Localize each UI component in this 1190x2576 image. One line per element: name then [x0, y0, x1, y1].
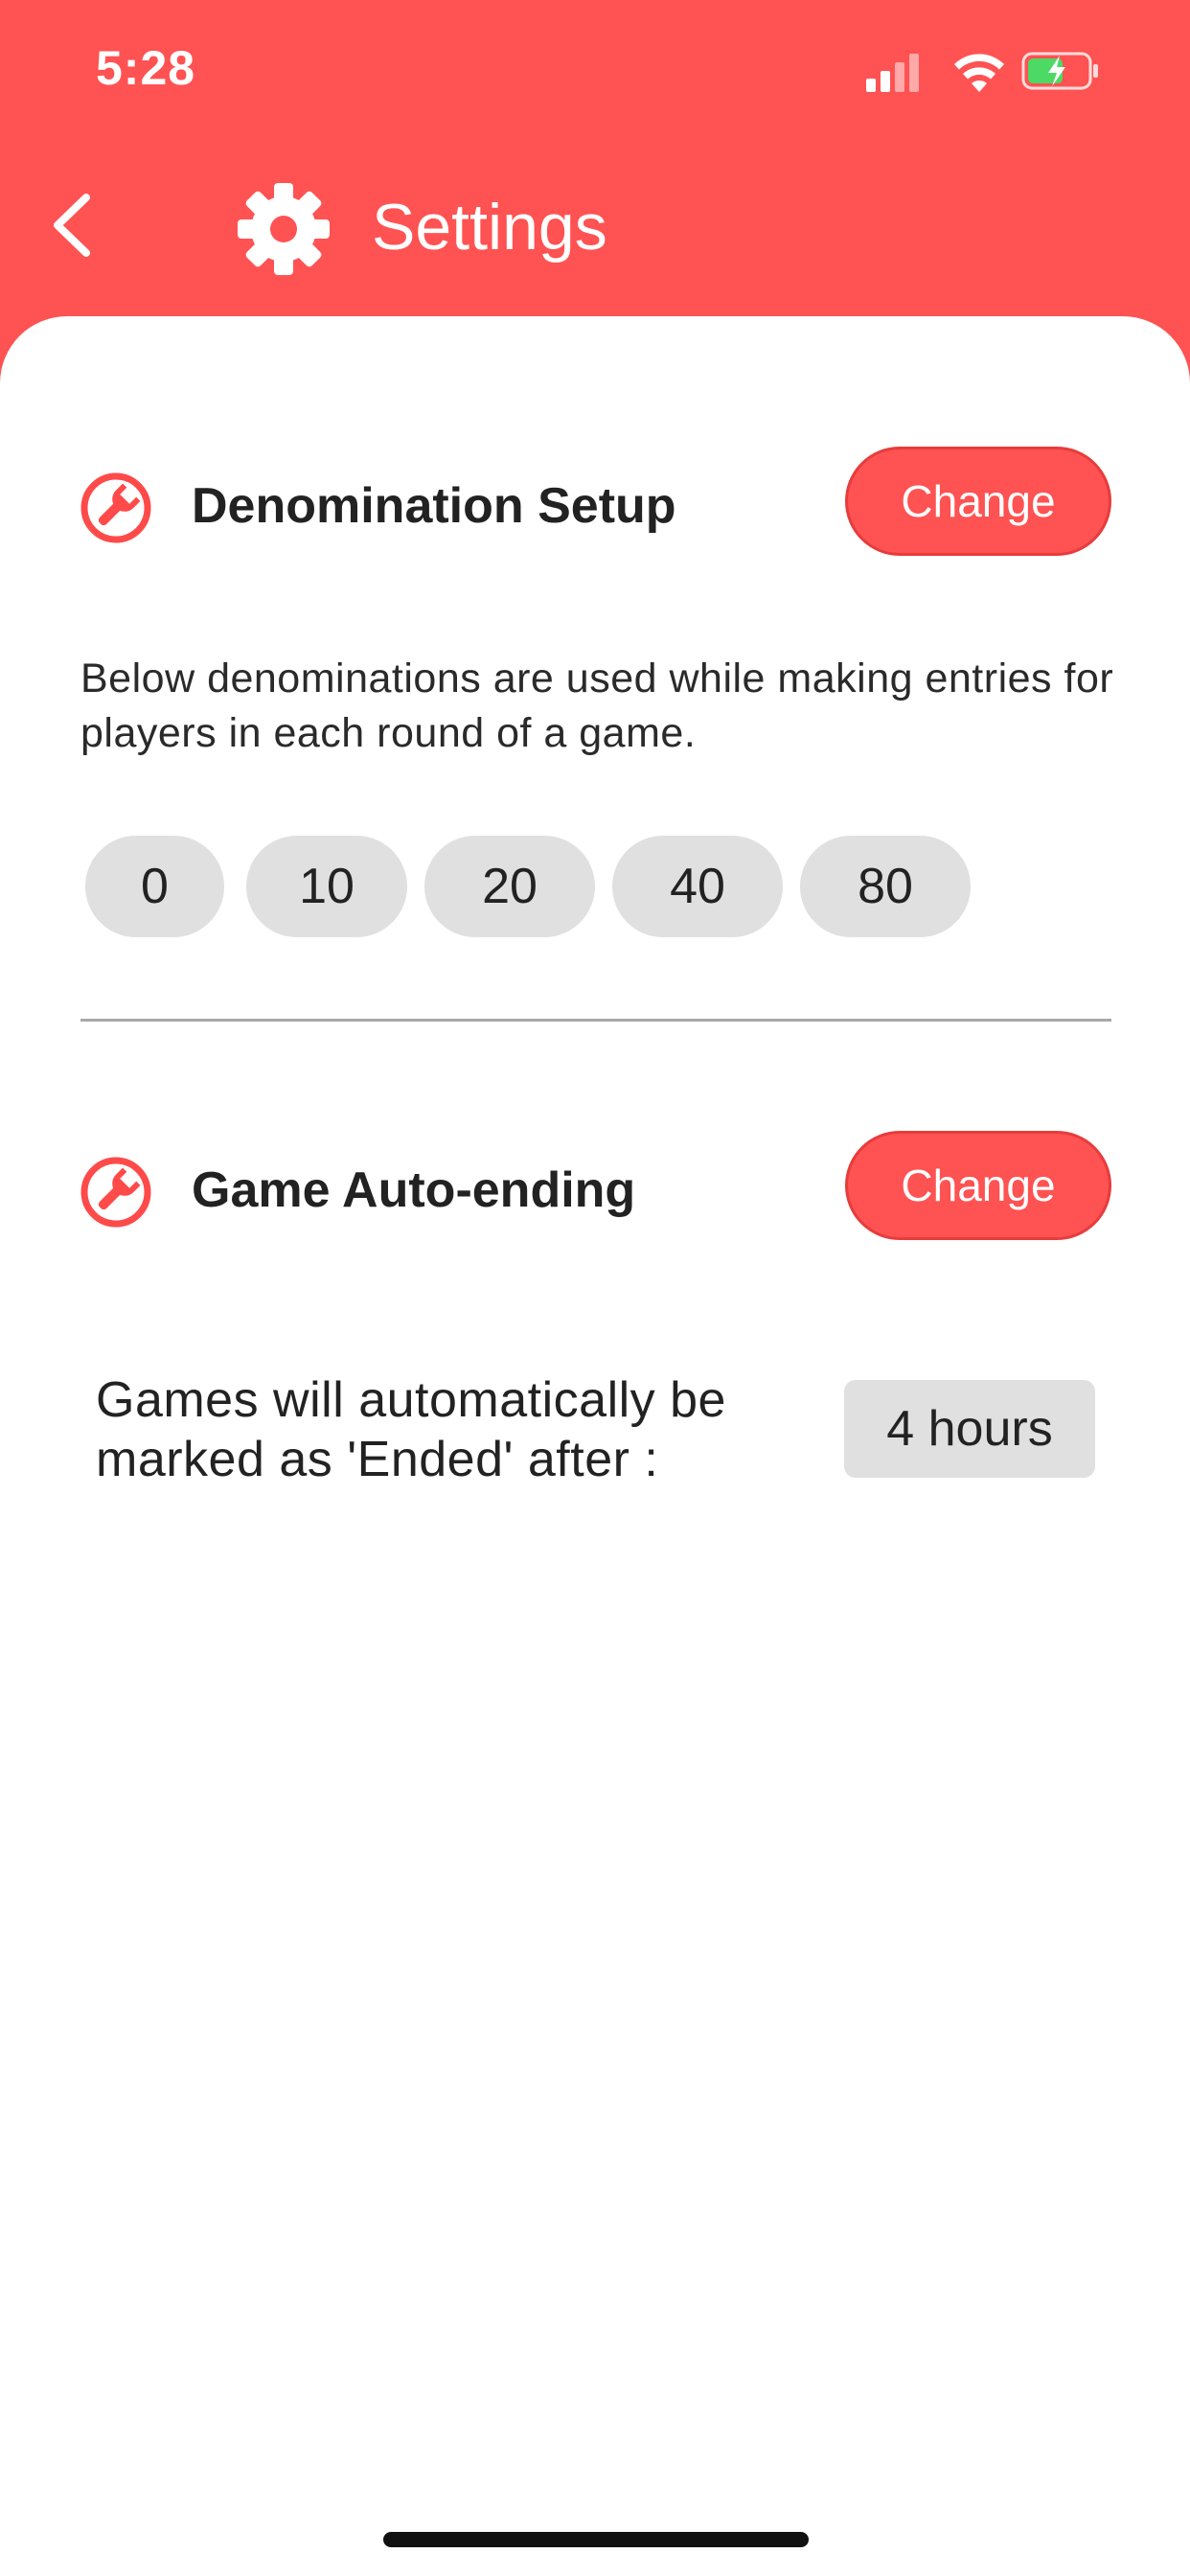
- cellular-signal-icon: [866, 54, 919, 92]
- denomination-chip: 0: [85, 836, 224, 937]
- denomination-section-header: Denomination Setup Change: [80, 444, 1111, 559]
- auto-end-description: Games will automatically be marked as 'E…: [96, 1372, 726, 1487]
- auto-end-duration-badge: 4 hours: [844, 1380, 1095, 1478]
- page-title: Settings: [372, 191, 607, 264]
- denomination-chip: 80: [800, 836, 971, 937]
- section-divider: [80, 1019, 1111, 1022]
- wifi-icon: [954, 54, 1004, 92]
- status-time: 5:28: [96, 41, 196, 95]
- game-auto-ending-title: Game Auto-ending: [192, 1162, 636, 1218]
- home-indicator[interactable]: [383, 2532, 809, 2547]
- gear-icon: [238, 183, 330, 275]
- change-auto-end-button[interactable]: Change: [845, 1131, 1111, 1240]
- auto-end-section-header: Game Auto-ending Change: [80, 1128, 1111, 1243]
- denomination-description: Below denominations are used while makin…: [80, 656, 1114, 756]
- denomination-setup-title: Denomination Setup: [192, 478, 676, 534]
- change-denomination-button[interactable]: Change: [845, 447, 1111, 556]
- chevron-left-icon: [54, 194, 90, 257]
- denomination-chip: 10: [246, 836, 407, 937]
- denomination-chip: 40: [612, 836, 783, 937]
- battery-charging-icon: [1021, 52, 1098, 90]
- denomination-chip: 20: [424, 836, 595, 937]
- wrench-icon: [80, 1157, 151, 1228]
- back-button[interactable]: [38, 187, 105, 264]
- wrench-icon: [80, 472, 151, 543]
